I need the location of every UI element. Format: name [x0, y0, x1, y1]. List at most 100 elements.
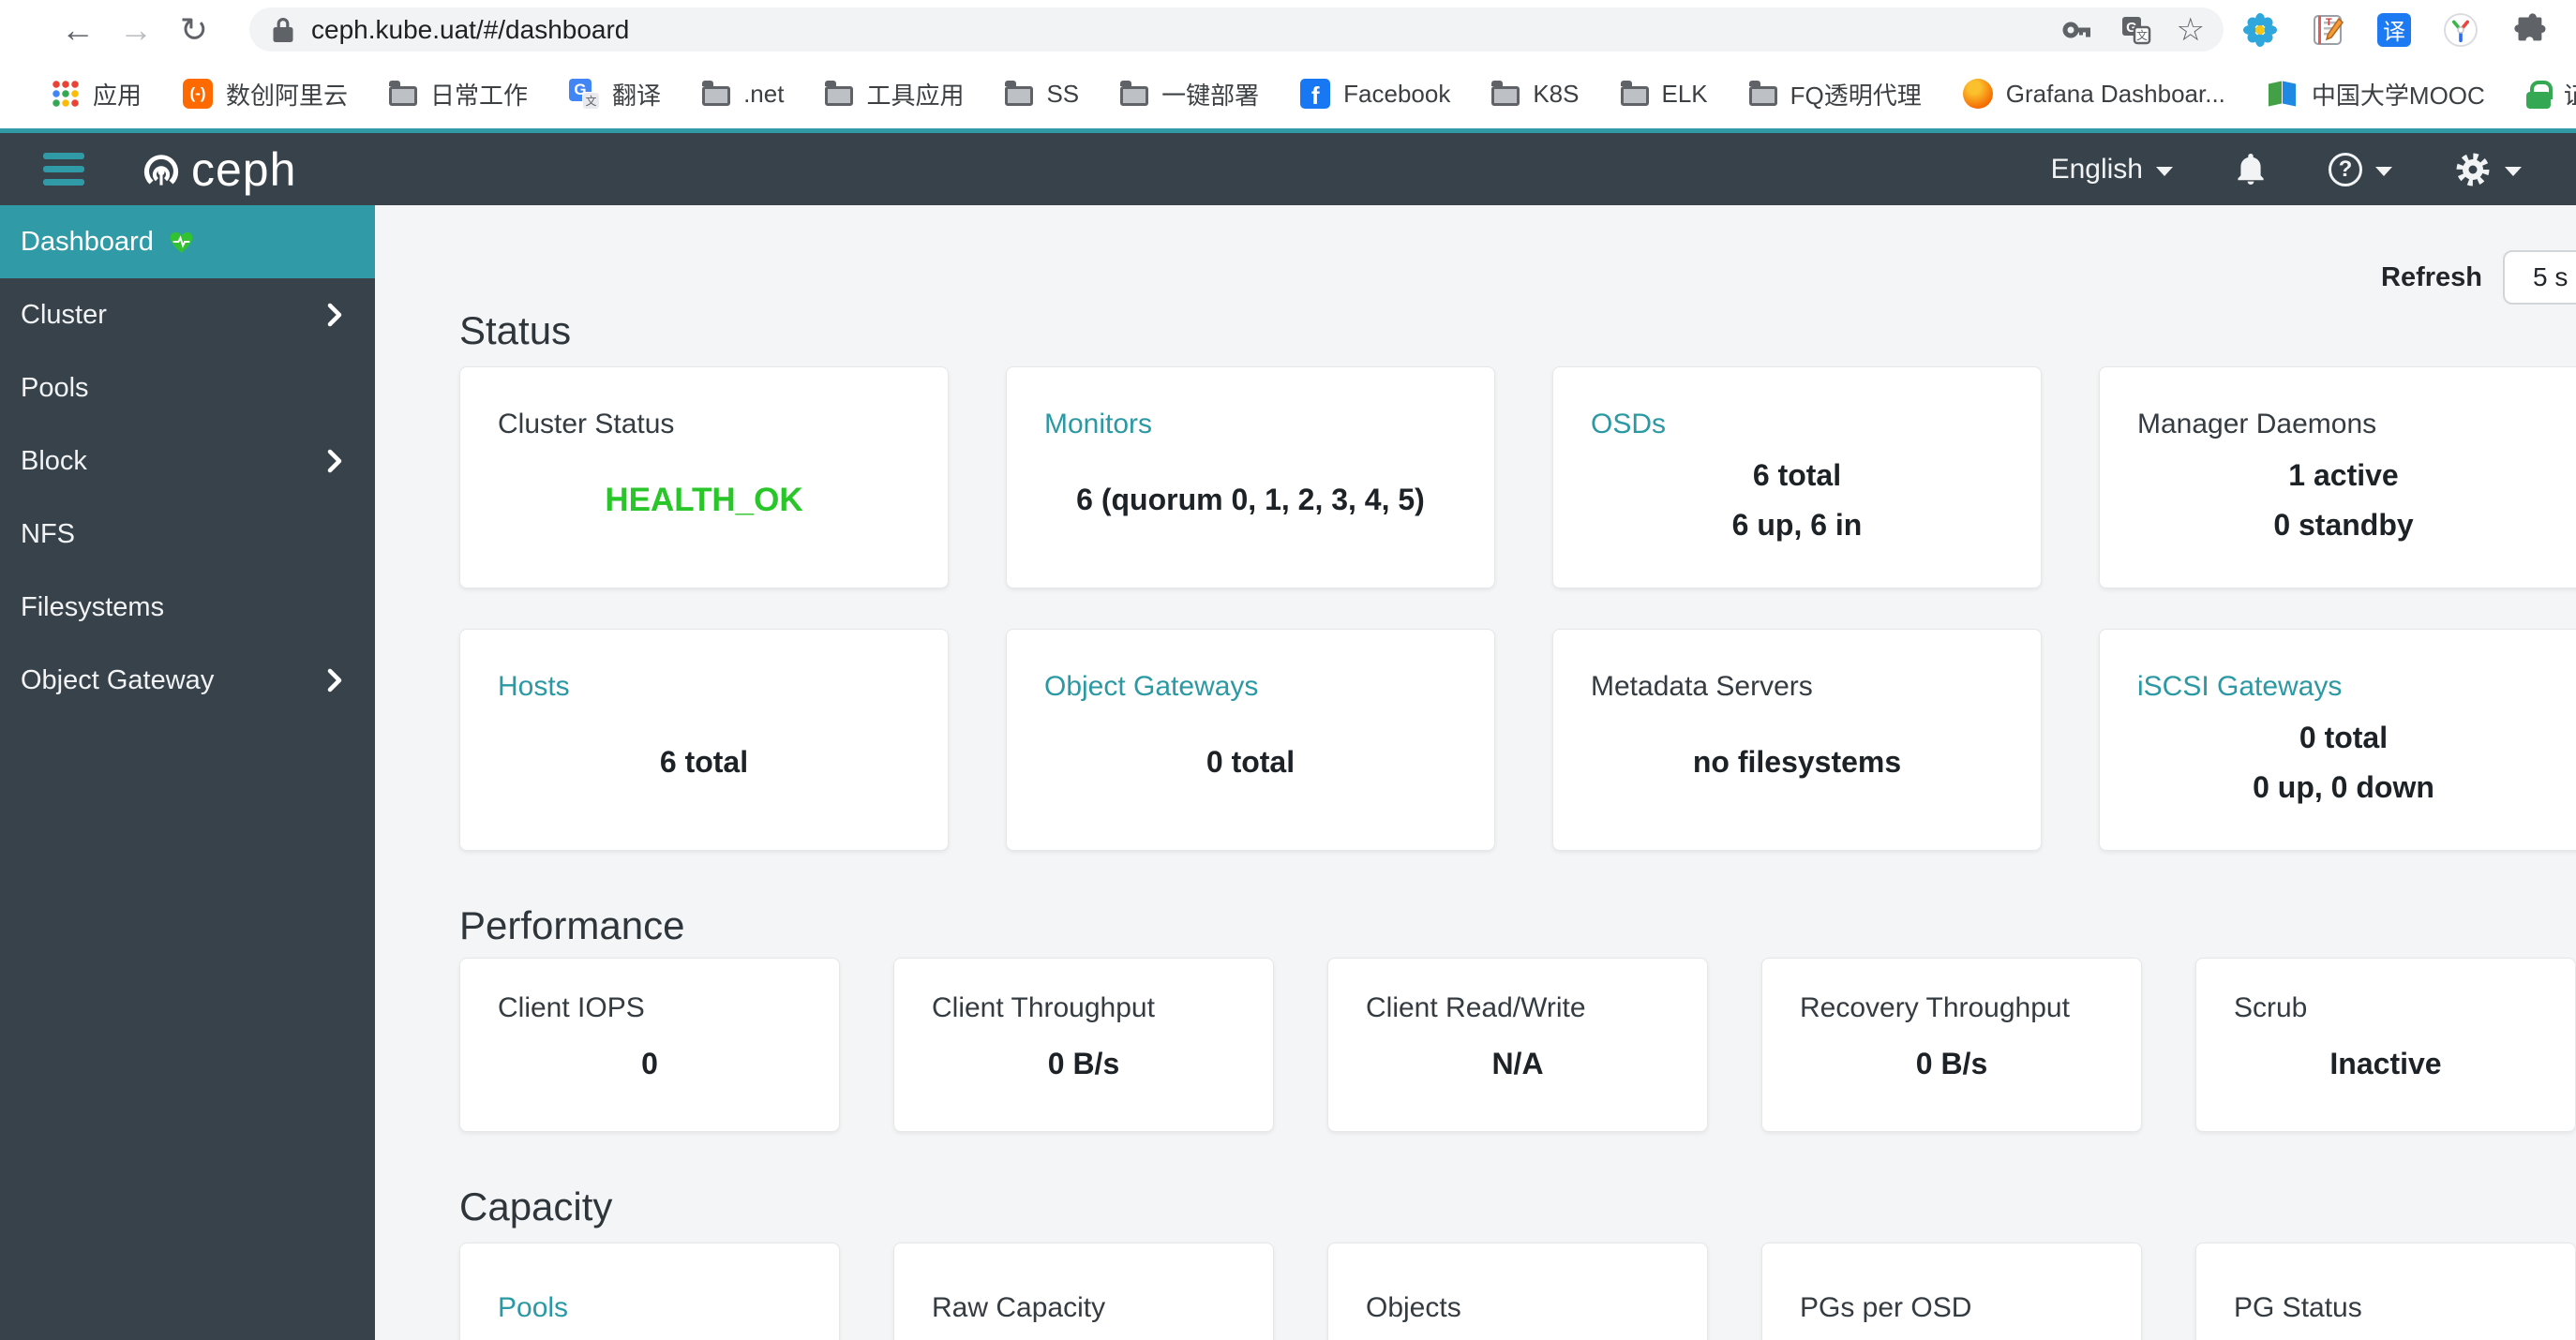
card-value-line: no filesystems — [1692, 745, 1902, 779]
sidebar-item-label: Object Gateway — [21, 664, 215, 695]
address-bar[interactable]: ceph.kube.uat/#/dashboard G文 ☆ — [249, 7, 2224, 52]
bookmark-label: 一键部署 — [1161, 81, 1260, 110]
card-title[interactable]: Hosts — [498, 671, 910, 703]
bookmark-item[interactable]: ELK — [1620, 79, 1708, 109]
sidebar-item-nfs[interactable]: NFS — [0, 498, 375, 571]
sidebar-item-filesystems[interactable]: Filesystems — [0, 571, 375, 644]
refresh-interval-select[interactable]: 5 s — [2503, 250, 2576, 305]
card-value: Inactive — [2234, 1024, 2538, 1103]
dashboard-card: Monitors 6 (quorum 0, 1, 2, 3, 4, 5) — [1006, 366, 1495, 588]
translate-page-icon[interactable]: G文 — [2119, 13, 2152, 47]
back-icon[interactable]: ← — [49, 12, 107, 47]
card-value-line: 0 B/s — [1915, 1046, 1988, 1080]
y-clock-extension-icon[interactable] — [2443, 12, 2479, 48]
bookmark-star-icon[interactable]: ☆ — [2177, 14, 2205, 46]
reload-icon[interactable]: ↻ — [165, 12, 223, 47]
bookmark-item[interactable]: Facebook — [1300, 79, 1450, 109]
bookmark-item[interactable]: .net — [702, 80, 784, 109]
sidebar-item-label: Filesystems — [21, 591, 165, 622]
password-key-icon[interactable] — [2060, 13, 2094, 47]
card-title: PGs per OSD — [1800, 1292, 1972, 1323]
card-value-line: 0 up, 0 down — [2253, 769, 2434, 804]
bookmark-item[interactable]: 证书申请 - FreeSS... — [2525, 77, 2576, 112]
settings-menu[interactable] — [2454, 151, 2522, 188]
grafana-icon — [1962, 79, 1993, 109]
bookmark-label: SS — [1046, 79, 1080, 108]
bookmark-item[interactable]: K8S — [1491, 79, 1580, 109]
url-text[interactable]: ceph.kube.uat/#/dashboard — [311, 15, 2036, 45]
sidebar-item-dashboard[interactable]: Dashboard — [0, 205, 375, 278]
dashboard-card: Pools — [459, 1243, 840, 1340]
bookmark-label: ELK — [1661, 79, 1708, 108]
bookmark-item[interactable]: 一键部署 — [1120, 77, 1259, 112]
forward-icon[interactable]: → — [107, 12, 165, 47]
folder-icon — [702, 81, 731, 106]
extensions-puzzle-icon[interactable] — [2510, 12, 2546, 48]
bookmark-item[interactable]: 应用 — [52, 77, 142, 112]
alicloud-icon — [183, 79, 214, 109]
bookmark-label: FQ透明代理 — [1790, 81, 1922, 110]
language-selector[interactable]: English — [2051, 154, 2173, 186]
bookmark-item[interactable]: 数创阿里云 — [183, 77, 348, 112]
bookmark-item[interactable]: 中国大学MOOC — [2267, 77, 2485, 112]
card-title[interactable]: Object Gateways — [1044, 671, 1457, 703]
card-title: PG Status — [2234, 1292, 2362, 1323]
refresh-label: Refresh — [2381, 261, 2482, 292]
bookmark-item[interactable]: 翻译 — [569, 77, 661, 112]
card-value: 0 B/s — [1800, 1024, 2104, 1103]
bookmark-item[interactable]: 日常工作 — [389, 77, 528, 112]
card-title[interactable]: Monitors — [1044, 409, 1457, 440]
performance-card-grid: Client IOPS 0 Client Throughput 0 B/s Cl… — [459, 958, 2576, 1132]
folder-icon — [825, 81, 854, 106]
apps-icon — [52, 80, 80, 108]
notifications-button[interactable] — [2235, 152, 2267, 187]
card-value: HEALTH_OK — [498, 440, 910, 559]
flower-extension-icon[interactable] — [2242, 12, 2278, 48]
bookmark-label: Facebook — [1343, 79, 1451, 108]
sidebar-item-pools[interactable]: Pools — [0, 351, 375, 424]
card-value: no filesystems — [1591, 703, 2003, 822]
bookmarks-bar: 应用 数创阿里云 日常工作 翻译 .net 工具应用 SS 一键部署 Faceb… — [0, 59, 2576, 128]
translate-yi-extension-icon[interactable]: 译 — [2377, 12, 2411, 47]
bookmark-item[interactable]: FQ透明代理 — [1748, 77, 1922, 112]
sidebar-item-object-gateway[interactable]: Object Gateway — [0, 644, 375, 717]
card-value-line: HEALTH_OK — [605, 482, 803, 518]
card-value: 0 total 0 up, 0 down — [2137, 703, 2550, 822]
card-value-line: Inactive — [2329, 1046, 2442, 1080]
bell-icon — [2235, 152, 2267, 187]
notes-extension-icon[interactable]: T — [2310, 12, 2345, 48]
bookmark-label: 翻译 — [612, 81, 662, 110]
bookmark-item[interactable]: Grafana Dashboar... — [1962, 79, 2225, 109]
help-menu[interactable]: ? — [2329, 152, 2392, 186]
sidebar-item-block[interactable]: Block — [0, 424, 375, 498]
folder-icon — [1005, 81, 1034, 106]
bookmark-label: K8S — [1533, 79, 1580, 108]
card-title[interactable]: Pools — [498, 1292, 801, 1324]
card-value-line: 6 up, 6 in — [1731, 507, 1863, 542]
card-value — [1800, 1324, 2104, 1340]
card-value-line: 0 total — [1206, 745, 1295, 779]
chevron-down-icon — [2375, 166, 2392, 176]
card-title: Manager Daemons — [2137, 409, 2377, 439]
menu-toggle-icon[interactable] — [43, 153, 84, 186]
bookmark-item[interactable]: SS — [1005, 80, 1079, 109]
card-title[interactable]: iSCSI Gateways — [2137, 671, 2550, 703]
gtranslate-icon — [569, 79, 600, 109]
dashboard-card: Hosts 6 total — [459, 629, 949, 851]
dashboard-card: Recovery Throughput 0 B/s — [1761, 958, 2142, 1132]
card-value-line: 0 B/s — [1047, 1046, 1120, 1080]
card-value: 6 total 6 up, 6 in — [1591, 440, 2003, 559]
sidebar-item-cluster[interactable]: Cluster — [0, 278, 375, 351]
card-title[interactable]: OSDs — [1591, 409, 2003, 440]
card-value: 6 total — [498, 703, 910, 822]
browser-toolbar: ← → ↻ ceph.kube.uat/#/dashboard G文 ☆ T 译 — [0, 0, 2576, 59]
language-label: English — [2050, 153, 2143, 185]
dashboard-card: Client IOPS 0 — [459, 958, 840, 1132]
ceph-logo-icon — [135, 143, 187, 196]
bookmark-item[interactable]: 工具应用 — [825, 77, 964, 112]
ceph-brand: ceph — [135, 142, 296, 197]
sidebar-item-label: NFS — [21, 518, 75, 549]
dashboard-card: Manager Daemons 1 active 0 standby — [2099, 366, 2576, 588]
help-icon: ? — [2329, 152, 2362, 186]
chevron-right-icon — [327, 302, 343, 328]
